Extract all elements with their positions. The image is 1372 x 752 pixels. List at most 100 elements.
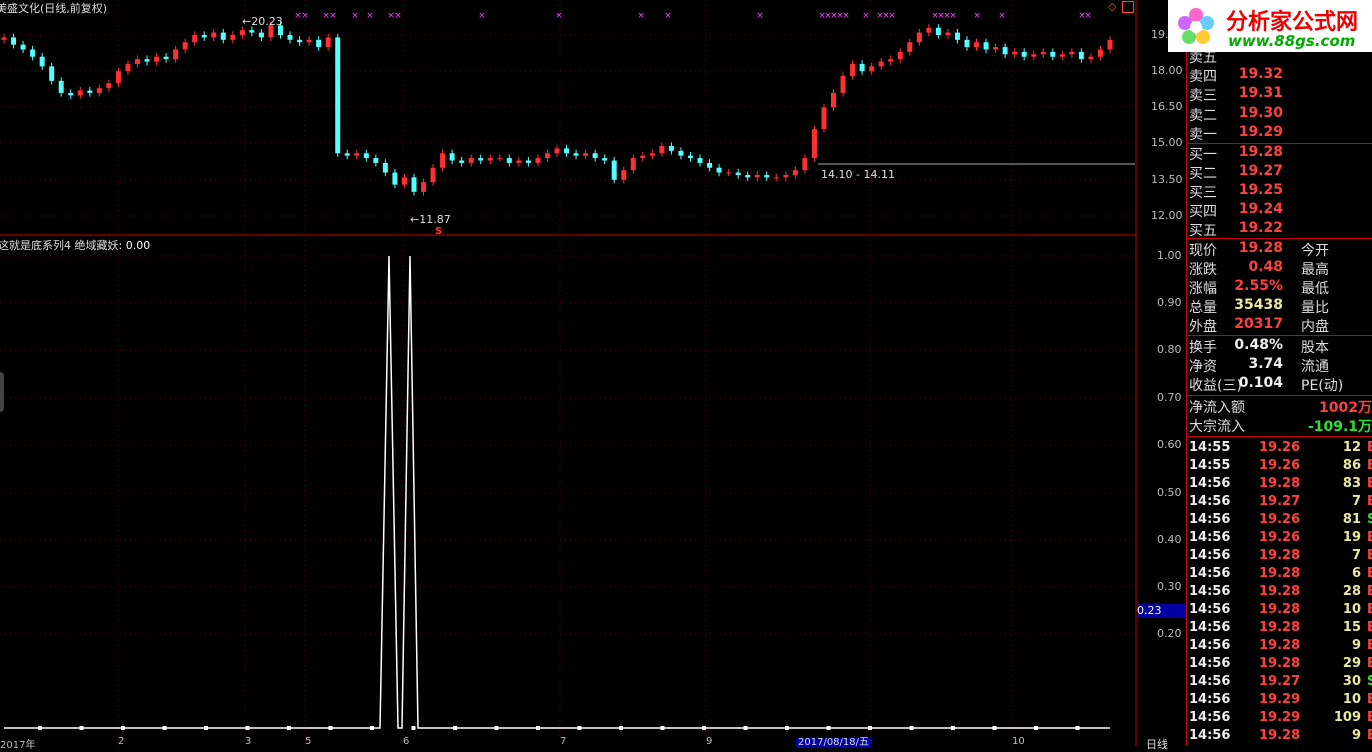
kline-svg[interactable]: × × × × × × × × × × × × × ××××× × ××× ×××× × × ×× [0, 0, 1137, 746]
price-axis-label: 15.00 [1151, 136, 1183, 149]
signal-marker: × [329, 11, 337, 21]
fundamentals-label-2: 股本 [1301, 340, 1329, 356]
signal-marker: × [478, 11, 486, 21]
candle-body [888, 59, 894, 62]
indicator-title: 这就是底系列4 绝域藏妖: 0.00 [0, 237, 150, 253]
left-drag-handle[interactable] [0, 372, 4, 412]
candlesticks [1, 21, 1113, 196]
candle-body [30, 49, 36, 57]
tick-price: 19.26 [1259, 440, 1301, 455]
indicator-dot [909, 726, 914, 730]
fundamentals-label-2: PE(动) [1301, 378, 1344, 394]
signal-marker: × [998, 11, 1006, 21]
tick-side: B [1367, 728, 1372, 743]
candle-body [1107, 39, 1113, 50]
low-value: 11.87 [419, 213, 451, 226]
tick-side: B [1367, 656, 1372, 671]
tick-price: 19.27 [1259, 674, 1301, 689]
indicator-axis-label: 0.50 [1157, 486, 1182, 499]
kline-chart-area[interactable]: × × × × × × × × × × × × × × × × × × × × × × × × × × × × × × [0, 0, 1137, 746]
tick-volume: 28 [1342, 584, 1361, 599]
signal-marker: × [394, 11, 402, 21]
candle-body [478, 158, 484, 161]
chart-title: 美盛文化(日线,前复权) [0, 2, 108, 15]
tick-price: 19.28 [1259, 584, 1301, 599]
candle-body [821, 107, 827, 130]
ticks-divider [1187, 436, 1372, 437]
tick-side: B [1367, 584, 1372, 599]
candle-body [392, 172, 398, 185]
order-book-label: 买一 [1189, 147, 1217, 163]
tick-side: B [1367, 548, 1372, 563]
tick-time: 14:55 [1189, 458, 1231, 473]
flow-row: 净流入额 1002万 [1187, 397, 1372, 416]
period-label: 日线 [1146, 738, 1168, 751]
window-toggle-icon[interactable] [1122, 1, 1134, 13]
indicator-dot [411, 726, 416, 730]
signal-marker: × [637, 11, 645, 21]
order-book-price: 19.31 [1238, 85, 1283, 102]
tick-time: 14:56 [1189, 530, 1231, 545]
candle-body [249, 30, 255, 33]
indicator-dot [204, 726, 208, 730]
candle-body [764, 174, 770, 178]
candle-body [831, 92, 836, 108]
order-book-label: 卖一 [1189, 126, 1217, 143]
tick-volume: 86 [1342, 458, 1361, 473]
candle-body [592, 153, 598, 159]
signal-marker: × [1084, 11, 1092, 21]
tick-row: 14:56 19.28 9 B [1189, 638, 1372, 656]
quote-label: 总量 [1189, 300, 1217, 316]
candle-body [678, 150, 684, 156]
tick-row: 14:56 19.28 7 B [1189, 548, 1372, 566]
candle-body [564, 148, 570, 154]
flow-value: 1002万 [1319, 400, 1372, 416]
indicator-dot [79, 726, 84, 730]
candle-body [239, 30, 245, 35]
tick-side: B [1367, 458, 1372, 473]
indicator-dot [702, 726, 706, 730]
tick-volume: 12 [1342, 440, 1361, 455]
candle-body [77, 90, 83, 96]
signal-marker: × [949, 11, 957, 21]
date-axis-label: 2 [118, 736, 125, 747]
quote-label-2: 最低 [1301, 281, 1329, 297]
tick-volume: 7 [1351, 548, 1361, 563]
candle-body [716, 167, 722, 173]
diamond-icon[interactable]: ◇ [1108, 0, 1116, 13]
candle-body [1040, 51, 1046, 55]
candle-body [220, 32, 226, 40]
tick-side: B [1367, 638, 1372, 653]
tick-time: 14:56 [1189, 548, 1231, 563]
tick-side: B [1367, 620, 1372, 635]
date-axis-label: 2017年 [0, 740, 36, 751]
low-annotation: ←11.87 [410, 213, 451, 226]
signal-marker: × [555, 11, 563, 21]
candle-body [649, 153, 655, 156]
candle-body [811, 129, 817, 159]
tick-time: 14:56 [1189, 512, 1231, 527]
indicator-dot [577, 726, 582, 730]
signal-marker: × [366, 11, 374, 21]
candle-body [382, 162, 388, 173]
tick-row: 14:55 19.26 12 B [1189, 440, 1372, 458]
candle-body [1050, 51, 1056, 57]
quote-row: 总量 35438 量比 [1187, 297, 1372, 316]
tick-time: 14:55 [1189, 440, 1231, 455]
tick-time: 14:56 [1189, 566, 1231, 581]
quote-value: 2.55% [1234, 278, 1283, 294]
order-book-buy-row: 买四 19.24 [1187, 201, 1372, 220]
tick-side: B [1367, 602, 1372, 617]
tick-price: 19.26 [1259, 512, 1301, 527]
indicator-axis-label: 0.60 [1157, 438, 1182, 451]
high-arrow-icon: ← [242, 15, 252, 28]
tick-side: B [1367, 692, 1372, 707]
tick-row: 14:56 19.29 109 B [1189, 710, 1372, 728]
tick-time: 14:56 [1189, 710, 1231, 725]
candle-body [459, 160, 465, 163]
candle-body [726, 172, 732, 174]
candle-body [983, 42, 989, 50]
tick-price: 19.28 [1259, 566, 1301, 581]
indicator-dot [660, 726, 665, 730]
indicator-dot [785, 726, 789, 730]
